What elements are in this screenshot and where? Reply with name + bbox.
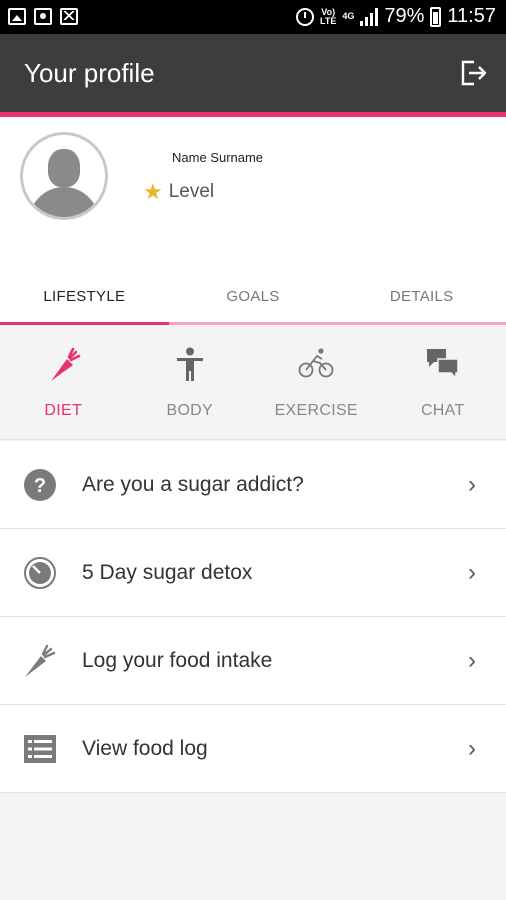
timer-icon bbox=[24, 557, 56, 589]
tab-goals[interactable]: GOALS bbox=[169, 267, 338, 325]
avatar[interactable] bbox=[20, 132, 108, 220]
list-item-sugar-addict[interactable]: ? Are you a sugar addict? › bbox=[0, 441, 506, 529]
chat-icon bbox=[426, 349, 459, 380]
profile-level: Level bbox=[168, 181, 215, 202]
network-type: 4G bbox=[342, 11, 355, 21]
star-icon: ★ bbox=[143, 179, 163, 204]
list-icon bbox=[24, 735, 56, 763]
subtab-label: BODY bbox=[166, 402, 214, 419]
subtab-label: EXERCISE bbox=[274, 402, 358, 419]
carrot-icon bbox=[25, 644, 56, 677]
question-icon: ? bbox=[24, 469, 56, 501]
subtab-body[interactable]: BODY bbox=[127, 325, 254, 439]
subtab-exercise[interactable]: EXERCISE bbox=[253, 325, 380, 439]
avatar-body-shape bbox=[29, 187, 99, 217]
battery-percent: 79% bbox=[384, 5, 425, 27]
battery-icon bbox=[430, 6, 442, 27]
volte-indicator: Vo) LTE bbox=[320, 6, 337, 26]
subtab-diet[interactable]: DIET bbox=[0, 325, 127, 439]
tab-details[interactable]: DETAILS bbox=[337, 267, 506, 325]
chevron-right-icon: › bbox=[468, 559, 476, 586]
list-item-label: Are you a sugar addict? bbox=[82, 473, 304, 496]
logout-icon[interactable] bbox=[460, 60, 488, 86]
app-bar: Your profile bbox=[0, 34, 506, 112]
subtab-chat[interactable]: CHAT bbox=[380, 325, 506, 439]
chevron-right-icon: › bbox=[468, 471, 476, 498]
level-row: ★ Level bbox=[143, 181, 214, 203]
carrot-icon bbox=[51, 347, 81, 381]
bicycle-icon bbox=[298, 348, 334, 378]
subtab-label: DIET bbox=[44, 402, 83, 419]
svg-text:?: ? bbox=[34, 475, 46, 497]
chevron-right-icon: › bbox=[468, 647, 476, 674]
mail-notification-icon bbox=[60, 8, 78, 25]
list-item-view-food-log[interactable]: View food log › bbox=[0, 705, 506, 793]
list-item-label: View food log bbox=[82, 737, 208, 760]
image-notification-icon bbox=[8, 8, 26, 25]
status-bar: Vo) LTE 4G 79% 11:57 bbox=[0, 0, 506, 34]
alarm-icon bbox=[296, 7, 315, 26]
signal-icon bbox=[360, 7, 379, 26]
person-icon bbox=[176, 347, 203, 381]
profile-card: Name Surname ★ Level bbox=[0, 117, 506, 267]
avatar-head-shape bbox=[48, 149, 80, 187]
page-title: Your profile bbox=[24, 58, 155, 88]
profile-name: Name Surname bbox=[172, 150, 264, 165]
photo-notification-icon bbox=[34, 8, 52, 25]
diet-menu-list: ? Are you a sugar addict? › 5 Day sugar … bbox=[0, 441, 506, 793]
list-item-sugar-detox[interactable]: 5 Day sugar detox › bbox=[0, 529, 506, 617]
chevron-right-icon: › bbox=[468, 735, 476, 762]
clock: 11:57 bbox=[447, 5, 496, 27]
list-item-log-food[interactable]: Log your food intake › bbox=[0, 617, 506, 705]
tab-bar: LIFESTYLE GOALS DETAILS bbox=[0, 267, 506, 325]
tab-lifestyle[interactable]: LIFESTYLE bbox=[0, 267, 169, 325]
lifestyle-subtabs: DIET BODY EXERCISE CHAT bbox=[0, 325, 506, 440]
subtab-label: CHAT bbox=[420, 402, 465, 419]
list-item-label: Log your food intake bbox=[82, 649, 273, 672]
list-item-label: 5 Day sugar detox bbox=[82, 561, 253, 584]
